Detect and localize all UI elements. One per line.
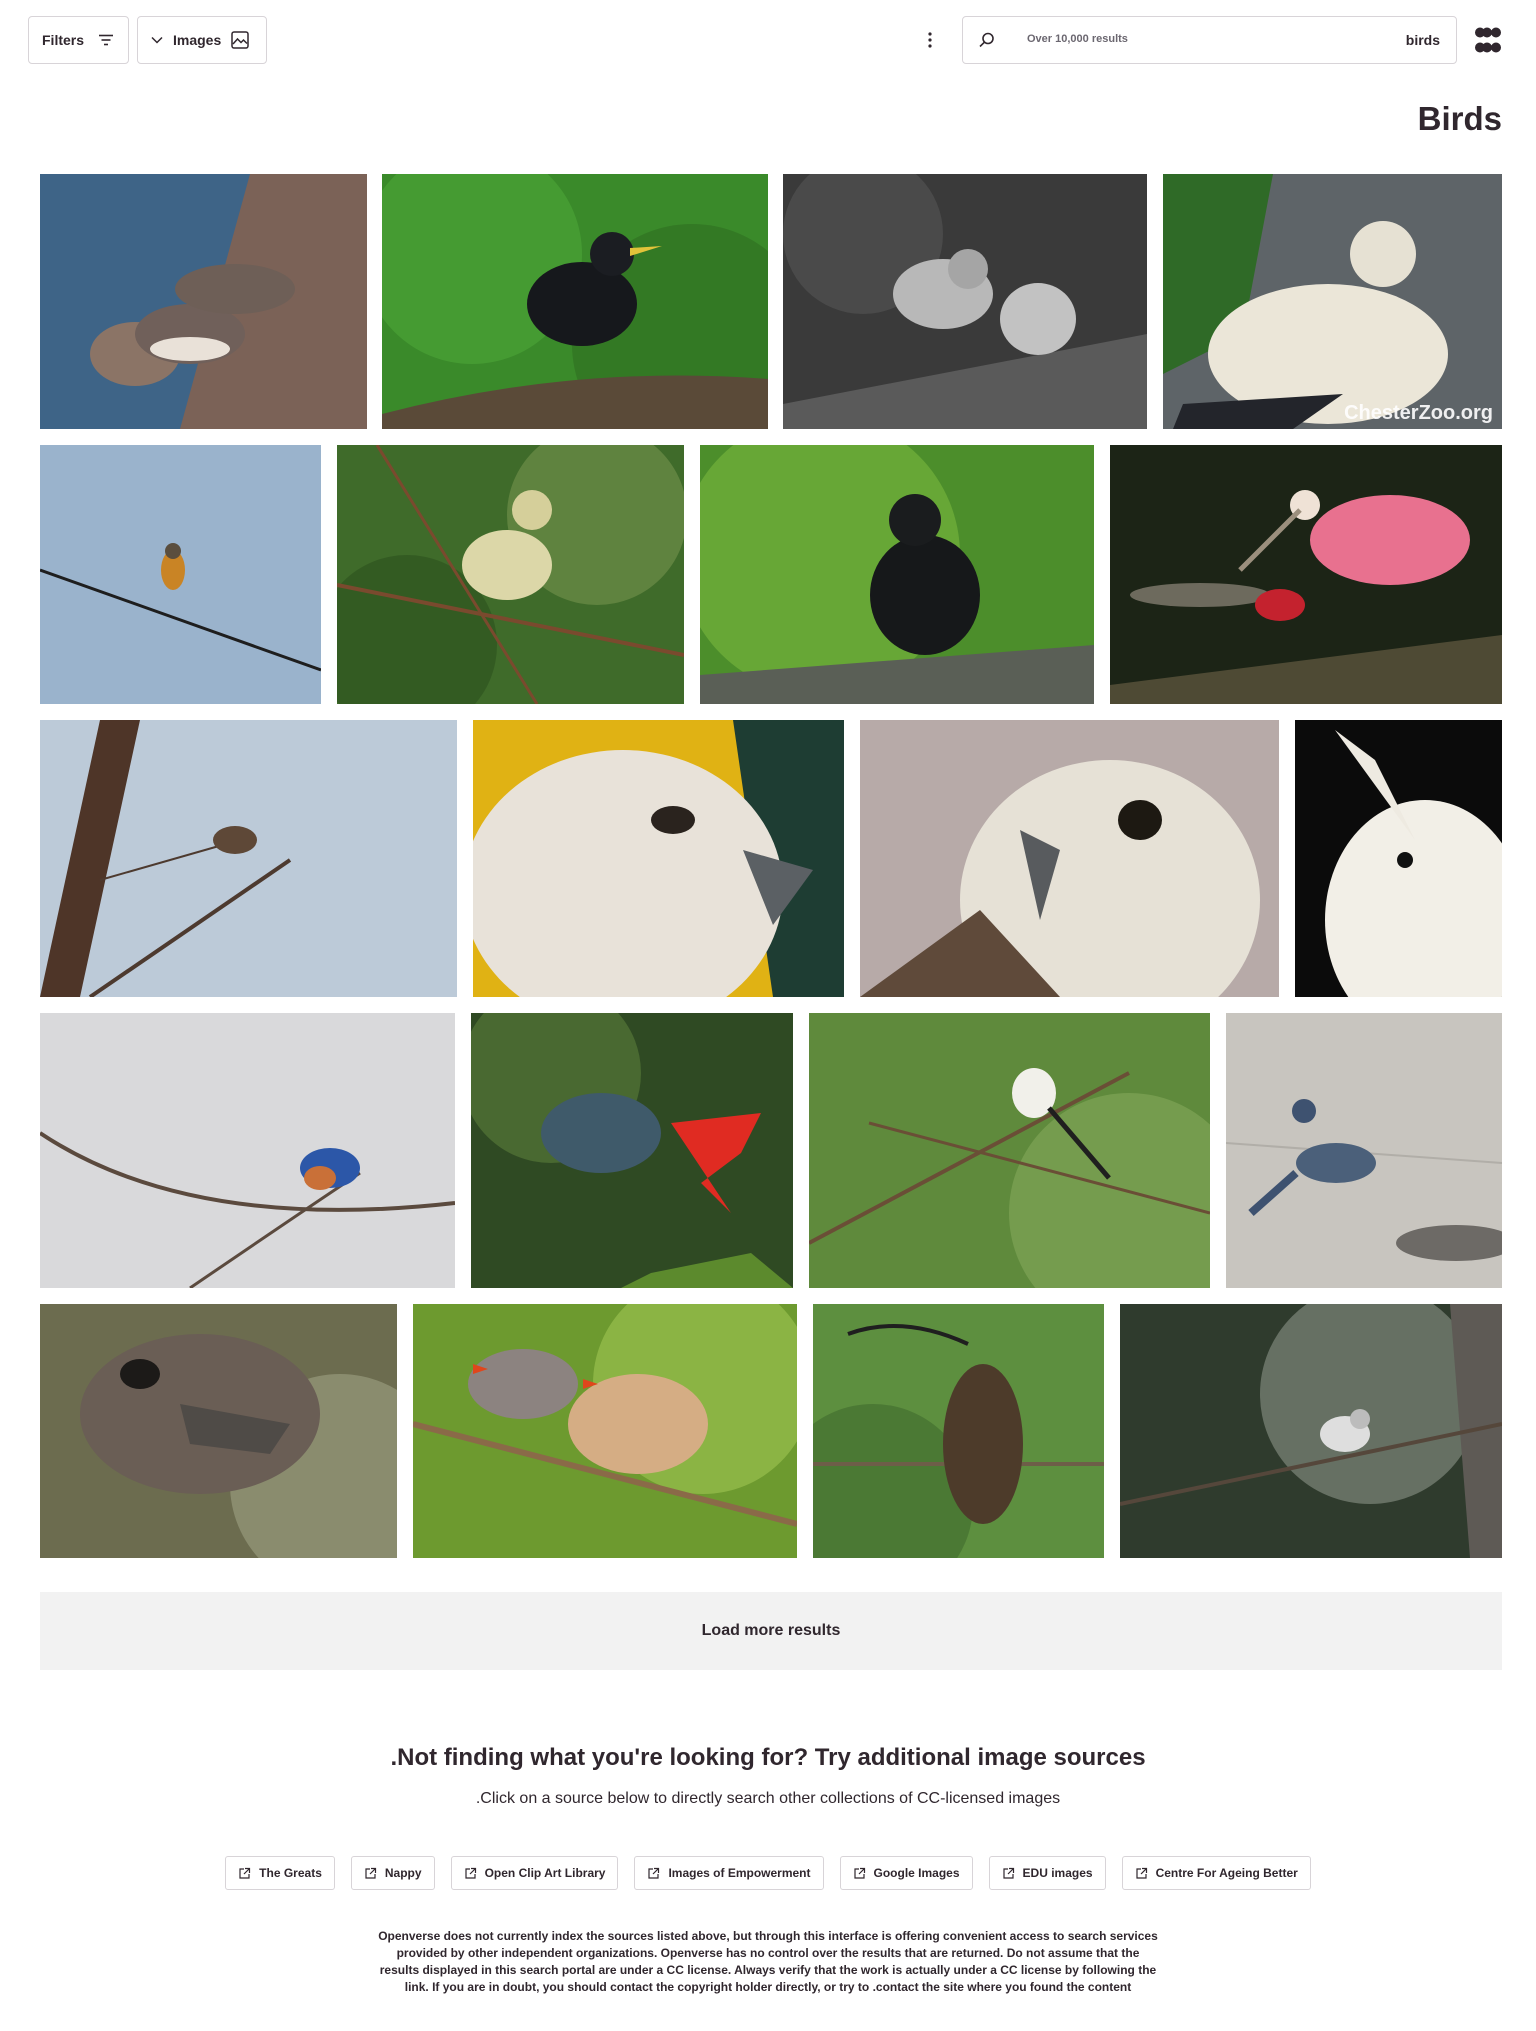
starling-2-photo <box>700 445 1094 704</box>
source-label: The Greats <box>259 1866 322 1880</box>
source-label: Open Clip Art Library <box>484 1866 606 1880</box>
bird-on-tree-photo <box>40 720 457 997</box>
content-type-label: Images <box>173 32 222 48</box>
image-result-flycatcher[interactable] <box>809 1013 1210 1288</box>
source-label: Images of Empowerment <box>668 1866 811 1880</box>
starling-photo <box>382 174 768 429</box>
external-link-icon <box>239 1867 251 1879</box>
image-result-pigeon[interactable]: ChesterZoo.org <box>1163 174 1502 429</box>
source-button-centre-for-ageing-better[interactable]: Centre For Ageing Better <box>1121 1856 1311 1890</box>
pigeon-photo: ChesterZoo.org <box>1163 174 1502 429</box>
additional-sources-subtitle: .Click on a source below to directly sea… <box>475 1790 1061 1807</box>
external-link-icon <box>1135 1867 1147 1879</box>
saker-falcon-photo <box>860 720 1279 997</box>
image-result-saker-falcon[interactable] <box>860 720 1279 997</box>
source-list: The Greats Nappy Open Clip Art Library I… <box>0 1856 1536 1890</box>
image-watermark: ChesterZoo.org <box>1344 402 1493 424</box>
header: Filters Images Over 10,000 results birds <box>0 0 1536 80</box>
external-link-icon <box>1002 1867 1014 1879</box>
scythebill-photo <box>813 1304 1104 1558</box>
spoonbill-photo <box>1110 445 1502 704</box>
source-label: Centre For Ageing Better <box>1155 1866 1298 1880</box>
external-link-icon <box>365 1867 376 1879</box>
external-link-icon <box>464 1867 476 1879</box>
image-result-starling[interactable] <box>382 174 768 429</box>
source-label: Google Images <box>873 1866 960 1880</box>
image-result-mockingbird[interactable] <box>1120 1304 1502 1558</box>
image-result-cockatiel[interactable] <box>1295 720 1502 997</box>
search-icon[interactable] <box>977 30 997 50</box>
image-result-scythebill[interactable] <box>813 1304 1104 1558</box>
warbler-photo <box>337 445 684 704</box>
image-result-hummingbird[interactable] <box>471 1013 793 1288</box>
sources-disclaimer: Openverse does not currently index the s… <box>378 1929 1158 1994</box>
chevron-down-icon <box>151 36 163 44</box>
image-icon <box>231 31 249 49</box>
image-result-spoonbill[interactable] <box>1110 445 1502 704</box>
image-result-bird-on-tree[interactable] <box>40 720 457 997</box>
source-button-images-of-empowerment[interactable]: Images of Empowerment <box>634 1856 824 1890</box>
external-link-icon <box>853 1867 865 1879</box>
content-type-button[interactable]: Images <box>137 16 267 64</box>
search-input[interactable]: birds <box>1406 32 1440 48</box>
source-button-open-clip-art[interactable]: Open Clip Art Library <box>450 1856 619 1890</box>
image-result-geese[interactable] <box>40 174 367 429</box>
filter-lines-icon <box>99 34 114 46</box>
source-button-edu-images[interactable]: EDU images <box>988 1856 1106 1890</box>
scrub-jay-photo <box>1226 1013 1502 1288</box>
image-result-warbler[interactable] <box>337 445 684 704</box>
falcon-photo <box>473 720 844 997</box>
robin-wire-photo <box>40 445 321 704</box>
page-title: Birds <box>1417 100 1502 137</box>
ostrich-photo <box>40 1304 397 1558</box>
cockatiel-photo <box>1295 720 1502 997</box>
load-more-button[interactable]: Load more results <box>40 1592 1502 1670</box>
sparrows-photo <box>783 174 1147 429</box>
search-bar[interactable]: Over 10,000 results birds <box>962 16 1457 64</box>
source-button-google-images[interactable]: Google Images <box>839 1856 973 1890</box>
kebab-menu-icon <box>928 32 932 48</box>
filters-button[interactable]: Filters <box>28 16 129 64</box>
source-label: EDU images <box>1022 1866 1093 1880</box>
image-result-scrub-jay[interactable] <box>1226 1013 1502 1288</box>
filters-label: Filters <box>42 32 85 48</box>
source-button-the-greats[interactable]: The Greats <box>225 1856 335 1890</box>
flycatcher-photo <box>809 1013 1210 1288</box>
image-result-bluebird[interactable] <box>40 1013 455 1288</box>
zebra-finches-photo <box>413 1304 797 1558</box>
image-result-falcon[interactable] <box>473 720 844 997</box>
openverse-logo-icon[interactable] <box>1474 26 1502 54</box>
additional-sources-title: .Not finding what you're looking for? Tr… <box>390 1744 1146 1771</box>
source-button-nappy[interactable]: Nappy <box>350 1856 435 1890</box>
source-label: Nappy <box>384 1866 422 1880</box>
bluebird-photo <box>40 1013 455 1288</box>
mockingbird-photo <box>1120 1304 1502 1558</box>
hummingbird-photo <box>471 1013 793 1288</box>
image-result-ostrich[interactable] <box>40 1304 397 1558</box>
geese-photo <box>40 174 367 429</box>
image-result-starling-2[interactable] <box>700 445 1094 704</box>
image-result-robin-wire[interactable] <box>40 445 321 704</box>
image-result-sparrows[interactable] <box>783 174 1147 429</box>
image-result-zebra-finches[interactable] <box>413 1304 797 1558</box>
more-options-button[interactable] <box>916 28 944 52</box>
search-result-count: Over 10,000 results <box>1027 33 1128 45</box>
external-link-icon <box>648 1867 660 1879</box>
